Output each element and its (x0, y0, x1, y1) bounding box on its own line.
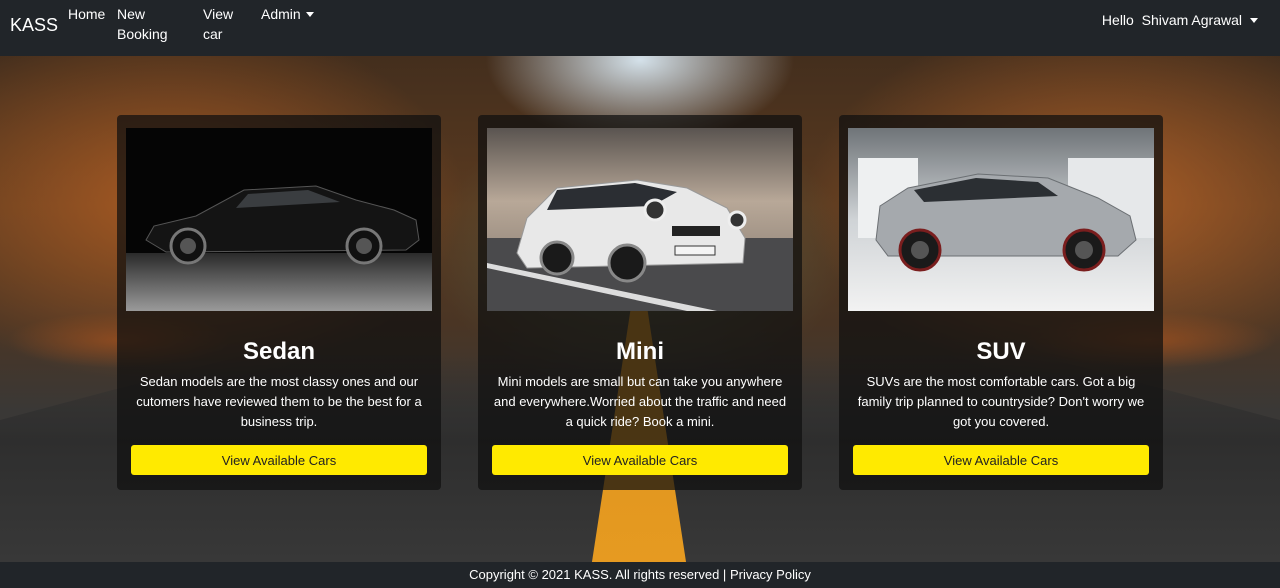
nav-view-car-line1: View (203, 6, 234, 22)
card-suv: SUV SUVs are the most comfortable cars. … (839, 115, 1163, 490)
nav-new-booking[interactable]: New Booking (117, 4, 168, 44)
button-label: View Available Cars (582, 453, 698, 468)
card-title: Mini (616, 338, 664, 365)
view-available-cars-button[interactable]: View Available Cars (492, 445, 788, 475)
suv-car-image (848, 128, 1154, 311)
card-description: SUVs are the most comfortable cars. Got … (857, 374, 1145, 429)
card-mini: Mini Mini models are small but can take … (478, 115, 802, 490)
user-name: Shivam Agrawal (1141, 12, 1242, 28)
user-menu[interactable]: Hello Shivam Agrawal (1102, 10, 1258, 30)
chevron-down-icon (305, 12, 314, 17)
button-label: View Available Cars (221, 453, 337, 468)
nav-admin-label: Admin (261, 6, 301, 22)
card-title: SUV (976, 338, 1026, 365)
brand-logo[interactable]: KASS (10, 15, 58, 36)
top-navbar: KASS Home New Booking View car Admin Hel… (0, 0, 1280, 56)
view-available-cars-button[interactable]: View Available Cars (131, 445, 427, 475)
chevron-down-icon (1250, 18, 1258, 23)
card-description: Sedan models are the most classy ones an… (136, 374, 422, 429)
page-footer: Copyright © 2021 KASS. All rights reserv… (0, 562, 1280, 588)
privacy-policy-link[interactable]: Privacy Policy (730, 567, 811, 582)
button-label: View Available Cars (943, 453, 1059, 468)
nav-new-booking-line2: Booking (117, 26, 168, 42)
sedan-car-image (126, 128, 432, 311)
nav-admin-dropdown[interactable]: Admin (261, 4, 314, 24)
greeting-text: Hello (1101, 12, 1134, 28)
mini-car-image (487, 128, 793, 311)
card-title: Sedan (242, 338, 316, 365)
nav-view-car-line2: car (203, 26, 223, 42)
card-description: Mini models are small but can take you a… (493, 374, 787, 429)
nav-home[interactable]: Home (68, 4, 105, 24)
nav-new-booking-line1: New (117, 6, 146, 22)
card-sedan: Sedan Sedan models are the most classy o… (117, 115, 441, 490)
nav-view-car[interactable]: View car (203, 4, 233, 44)
copyright-text: Copyright © 2021 KASS. All rights reserv… (469, 567, 730, 582)
view-available-cars-button[interactable]: View Available Cars (853, 445, 1149, 475)
